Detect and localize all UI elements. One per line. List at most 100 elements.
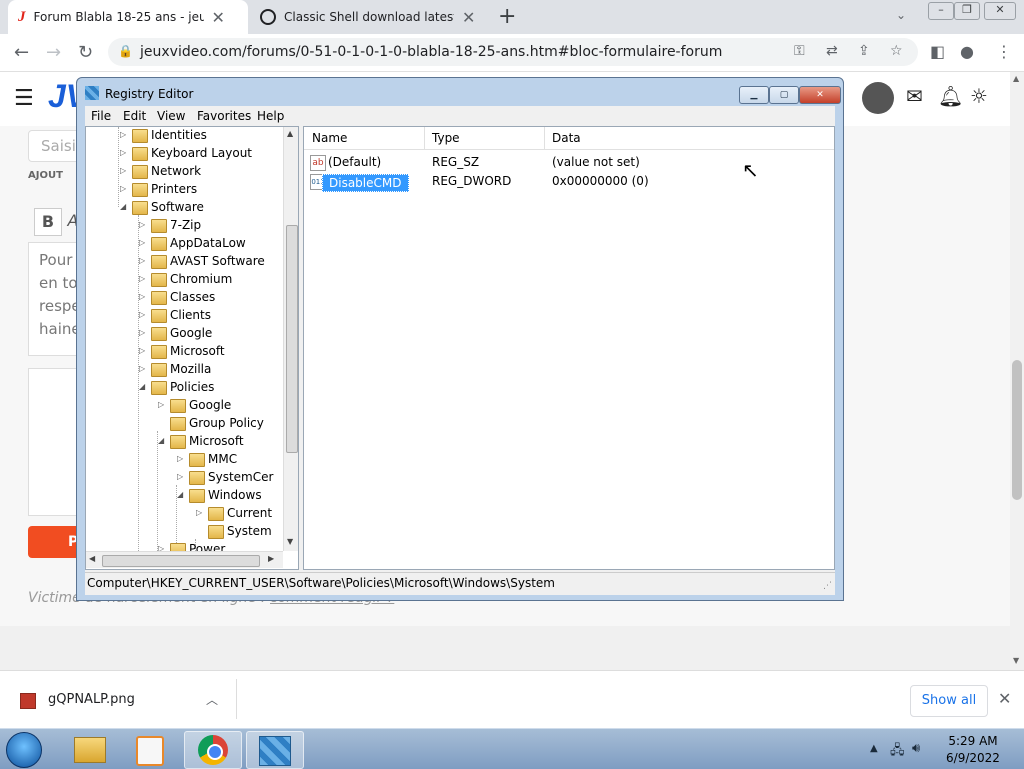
- tree-node[interactable]: ▷ Keyboard Layout: [86, 145, 298, 163]
- bold-button[interactable]: B: [34, 208, 62, 236]
- tree-node[interactable]: ◢ Windows: [86, 487, 298, 505]
- menu-view[interactable]: View: [157, 109, 185, 123]
- tree-node[interactable]: ▷ Mozilla: [86, 361, 298, 379]
- tree-node[interactable]: System: [86, 523, 298, 541]
- tab-search-chevron-icon[interactable]: ⌄: [896, 8, 906, 22]
- tree-node[interactable]: ▷ Chromium: [86, 271, 298, 289]
- collapsed-arrow-icon[interactable]: ▷: [139, 220, 145, 229]
- tree-vertical-scrollbar[interactable]: ▲ ▼: [283, 127, 298, 551]
- minimize-button[interactable]: –: [928, 2, 954, 20]
- tree-node[interactable]: ◢ Microsoft: [86, 433, 298, 451]
- tree-node[interactable]: ◢ Policies: [86, 379, 298, 397]
- column-type-header[interactable]: Type: [432, 131, 460, 145]
- column-data-header[interactable]: Data: [552, 131, 581, 145]
- tree-node[interactable]: Group Policy: [86, 415, 298, 433]
- network-icon[interactable]: 🖧: [890, 741, 905, 763]
- menu-edit[interactable]: Edit: [123, 109, 146, 123]
- clock-time[interactable]: 5:29 AM: [936, 734, 1010, 748]
- regedit-minimize-button[interactable]: ▁: [739, 86, 769, 104]
- menu-favorites[interactable]: Favorites: [197, 109, 251, 123]
- chrome-icon[interactable]: [184, 731, 242, 769]
- collapsed-arrow-icon[interactable]: ▷: [139, 256, 145, 265]
- values-list[interactable]: Name Type Data ab (Default) REG_SZ (valu…: [303, 126, 835, 570]
- tree-node[interactable]: ▷ Printers: [86, 181, 298, 199]
- tree-node[interactable]: ▷ AppDataLow: [86, 235, 298, 253]
- tab-classic-shell[interactable]: Classic Shell download latest version ✕: [250, 0, 490, 34]
- collapsed-arrow-icon[interactable]: ▷: [120, 184, 126, 193]
- address-bar[interactable]: 🔒 jeuxvideo.com/forums/0-51-0-1-0-1-0-bl…: [108, 38, 918, 66]
- collapsed-arrow-icon[interactable]: ▷: [177, 454, 183, 463]
- collapsed-arrow-icon[interactable]: ▷: [139, 238, 145, 247]
- page-scroll-thumb[interactable]: [1012, 360, 1022, 500]
- close-icon[interactable]: ✕: [998, 689, 1011, 708]
- reload-icon[interactable]: ↻: [78, 42, 93, 63]
- side-panel-icon[interactable]: ◧: [930, 42, 945, 61]
- tray-expand-icon[interactable]: ▲: [870, 743, 878, 754]
- collapsed-arrow-icon[interactable]: ▷: [139, 328, 145, 337]
- show-all-button[interactable]: Show all: [910, 685, 988, 717]
- scroll-left-icon[interactable]: ◀: [89, 554, 95, 563]
- tree-node[interactable]: ▷ 7-Zip: [86, 217, 298, 235]
- tree-node[interactable]: ▷ Google: [86, 397, 298, 415]
- menu-file[interactable]: File: [91, 109, 111, 123]
- column-name-header[interactable]: Name: [312, 131, 347, 145]
- bell-icon[interactable]: 🔔︎: [938, 84, 963, 108]
- collapsed-arrow-icon[interactable]: ▷: [139, 364, 145, 373]
- tree-node[interactable]: ▷ SystemCer: [86, 469, 298, 487]
- collapsed-arrow-icon[interactable]: ▷: [139, 346, 145, 355]
- translate-icon[interactable]: ⇄: [826, 43, 838, 59]
- tree-node[interactable]: ▷ Network: [86, 163, 298, 181]
- tree-node[interactable]: ▷ Current: [86, 505, 298, 523]
- resize-grip-icon[interactable]: ⋰: [823, 581, 832, 591]
- share-icon[interactable]: ⇪: [858, 43, 870, 59]
- column-separator[interactable]: [424, 127, 425, 149]
- collapsed-arrow-icon[interactable]: ▷: [139, 292, 145, 301]
- tree-node[interactable]: ▷ Microsoft: [86, 343, 298, 361]
- scroll-down-icon[interactable]: ▼: [287, 537, 293, 546]
- tree-node[interactable]: ▷ MMC: [86, 451, 298, 469]
- restore-button[interactable]: ❐: [954, 2, 980, 20]
- scroll-down-icon[interactable]: ▼: [1013, 656, 1019, 665]
- tree-horizontal-scrollbar[interactable]: ◀ ▶: [86, 551, 283, 568]
- collapsed-arrow-icon[interactable]: ▷: [120, 166, 126, 175]
- collapsed-arrow-icon[interactable]: ▷: [120, 130, 126, 139]
- hamburger-menu-icon[interactable]: ☰: [14, 86, 34, 111]
- tree-node[interactable]: ▷ Clients: [86, 307, 298, 325]
- expanded-arrow-icon[interactable]: ◢: [158, 436, 164, 445]
- collapsed-arrow-icon[interactable]: ▷: [158, 400, 164, 409]
- forward-arrow-icon[interactable]: →: [46, 42, 61, 63]
- key-icon[interactable]: ⚿: [794, 43, 805, 59]
- expanded-arrow-icon[interactable]: ◢: [120, 202, 126, 211]
- registry-tree[interactable]: ▷ Identities ▷ Keyboard Layout ▷ Network ▷ Prin…: [85, 126, 299, 570]
- close-tab-icon[interactable]: ✕: [212, 8, 225, 27]
- download-item-name[interactable]: gQPNALP.png: [48, 692, 135, 707]
- tree-scroll-thumb[interactable]: [286, 225, 298, 453]
- tree-node[interactable]: ▷ Classes: [86, 289, 298, 307]
- close-tab-icon[interactable]: ✕: [462, 8, 475, 27]
- page-scrollbar[interactable]: ▲ ▼: [1010, 72, 1024, 670]
- avatar[interactable]: [862, 82, 894, 114]
- lock-icon[interactable]: 🔒: [118, 44, 133, 58]
- collapsed-arrow-icon[interactable]: ▷: [120, 148, 126, 157]
- tree-node[interactable]: ◢ Software: [86, 199, 298, 217]
- back-arrow-icon[interactable]: ←: [14, 42, 29, 63]
- url-text[interactable]: jeuxvideo.com/forums/0-51-0-1-0-1-0-blab…: [140, 44, 722, 60]
- media-player-icon[interactable]: [122, 731, 178, 767]
- scroll-up-icon[interactable]: ▲: [1013, 74, 1019, 83]
- close-window-button[interactable]: ✕: [984, 2, 1016, 20]
- tree-node[interactable]: ▷ AVAST Software: [86, 253, 298, 271]
- theme-sun-icon[interactable]: ☼: [970, 84, 988, 108]
- new-tab-button[interactable]: +: [498, 4, 516, 29]
- menu-kebab-icon[interactable]: ⋮: [996, 42, 1012, 61]
- collapsed-arrow-icon[interactable]: ▷: [139, 274, 145, 283]
- column-separator[interactable]: [544, 127, 545, 149]
- scroll-up-icon[interactable]: ▲: [287, 129, 293, 138]
- scroll-right-icon[interactable]: ▶: [268, 554, 274, 563]
- collapsed-arrow-icon[interactable]: ▷: [177, 472, 183, 481]
- tab-forum-blabla[interactable]: J Forum Blabla 18-25 ans - jeuxvideo.com…: [8, 0, 248, 34]
- start-button[interactable]: [6, 732, 42, 768]
- tree-hscroll-thumb[interactable]: [102, 555, 260, 567]
- collapsed-arrow-icon[interactable]: ▷: [196, 508, 202, 517]
- windows-explorer-icon[interactable]: [62, 731, 118, 767]
- menu-help[interactable]: Help: [257, 109, 284, 123]
